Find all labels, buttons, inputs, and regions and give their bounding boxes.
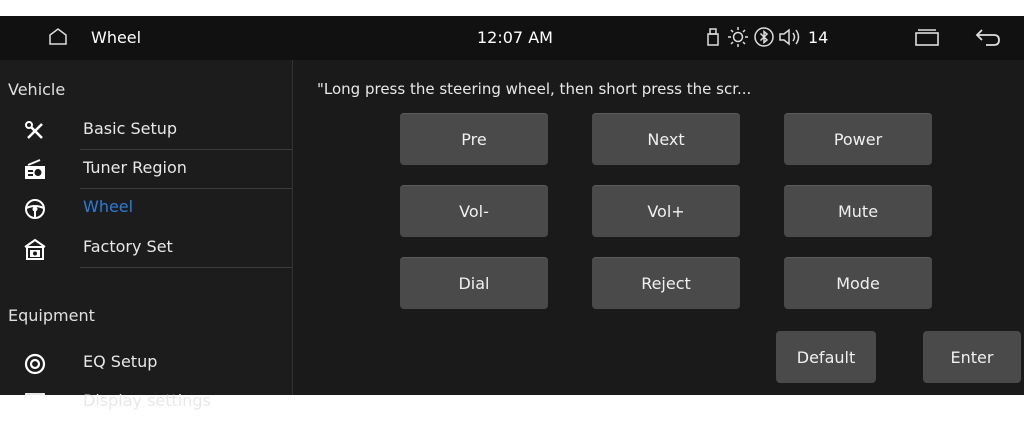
volume-level: 14 (808, 28, 829, 47)
sidebar-item-label: EQ Setup (83, 352, 158, 371)
sidebar-item-label: Tuner Region (83, 158, 187, 177)
sidebar-item-label: Wheel (83, 197, 134, 216)
instruction-text: "Long press the steering wheel, then sho… (317, 80, 752, 98)
sidebar-item-label: Basic Setup (83, 119, 178, 138)
key-reject-button[interactable]: Reject (592, 257, 740, 309)
section-header-vehicle: Vehicle (8, 80, 66, 99)
key-mute-button[interactable]: Mute (784, 185, 932, 237)
app-window: Wheel 12:07 AM 14 Vehicle Basic Setup Tu… (0, 16, 1024, 413)
page-title: Wheel (91, 28, 142, 47)
sidebar-item-eq-setup[interactable]: EQ Setup (0, 345, 292, 383)
divider (80, 149, 292, 150)
status-bar: Wheel 12:07 AM 14 (0, 16, 1024, 60)
key-mode-button[interactable]: Mode (784, 257, 932, 309)
home-icon[interactable] (48, 28, 68, 46)
sidebar-item-basic-setup[interactable]: Basic Setup (0, 112, 292, 150)
divider (80, 267, 292, 268)
volume-icon[interactable] (778, 27, 804, 47)
key-pre-button[interactable]: Pre (400, 113, 548, 165)
steering-wheel-icon (25, 199, 45, 219)
default-button[interactable]: Default (776, 331, 876, 383)
wheel-learning-panel: "Long press the steering wheel, then sho… (293, 60, 1024, 395)
usb-icon (707, 28, 719, 46)
display-icon (25, 393, 45, 413)
sidebar-item-factory-set[interactable]: Factory Set (0, 230, 292, 268)
sidebar-item-display-settings[interactable]: Display settings (0, 384, 292, 422)
divider (80, 188, 292, 189)
key-dial-button[interactable]: Dial (400, 257, 548, 309)
tools-icon (25, 121, 43, 139)
bluetooth-icon[interactable] (754, 26, 774, 48)
recent-apps-icon[interactable] (914, 28, 940, 46)
key-next-button[interactable]: Next (592, 113, 740, 165)
enter-button[interactable]: Enter (923, 331, 1021, 383)
key-vol-up-button[interactable]: Vol+ (592, 185, 740, 237)
key-power-button[interactable]: Power (784, 113, 932, 165)
brightness-icon[interactable] (727, 26, 749, 48)
back-icon[interactable] (974, 27, 1002, 47)
settings-sidebar: Vehicle Basic Setup Tuner Region Wheel F… (0, 60, 293, 413)
section-header-equipment: Equipment (8, 306, 95, 325)
radio-icon (25, 159, 45, 179)
sidebar-item-label: Factory Set (83, 237, 173, 256)
factory-icon (24, 238, 46, 260)
sidebar-item-tuner-region[interactable]: Tuner Region (0, 151, 292, 189)
clock: 12:07 AM (477, 28, 553, 47)
sidebar-item-wheel[interactable]: Wheel (0, 190, 292, 228)
sidebar-item-label: Display settings (83, 391, 211, 410)
key-vol-down-button[interactable]: Vol- (400, 185, 548, 237)
speaker-icon (24, 353, 46, 375)
